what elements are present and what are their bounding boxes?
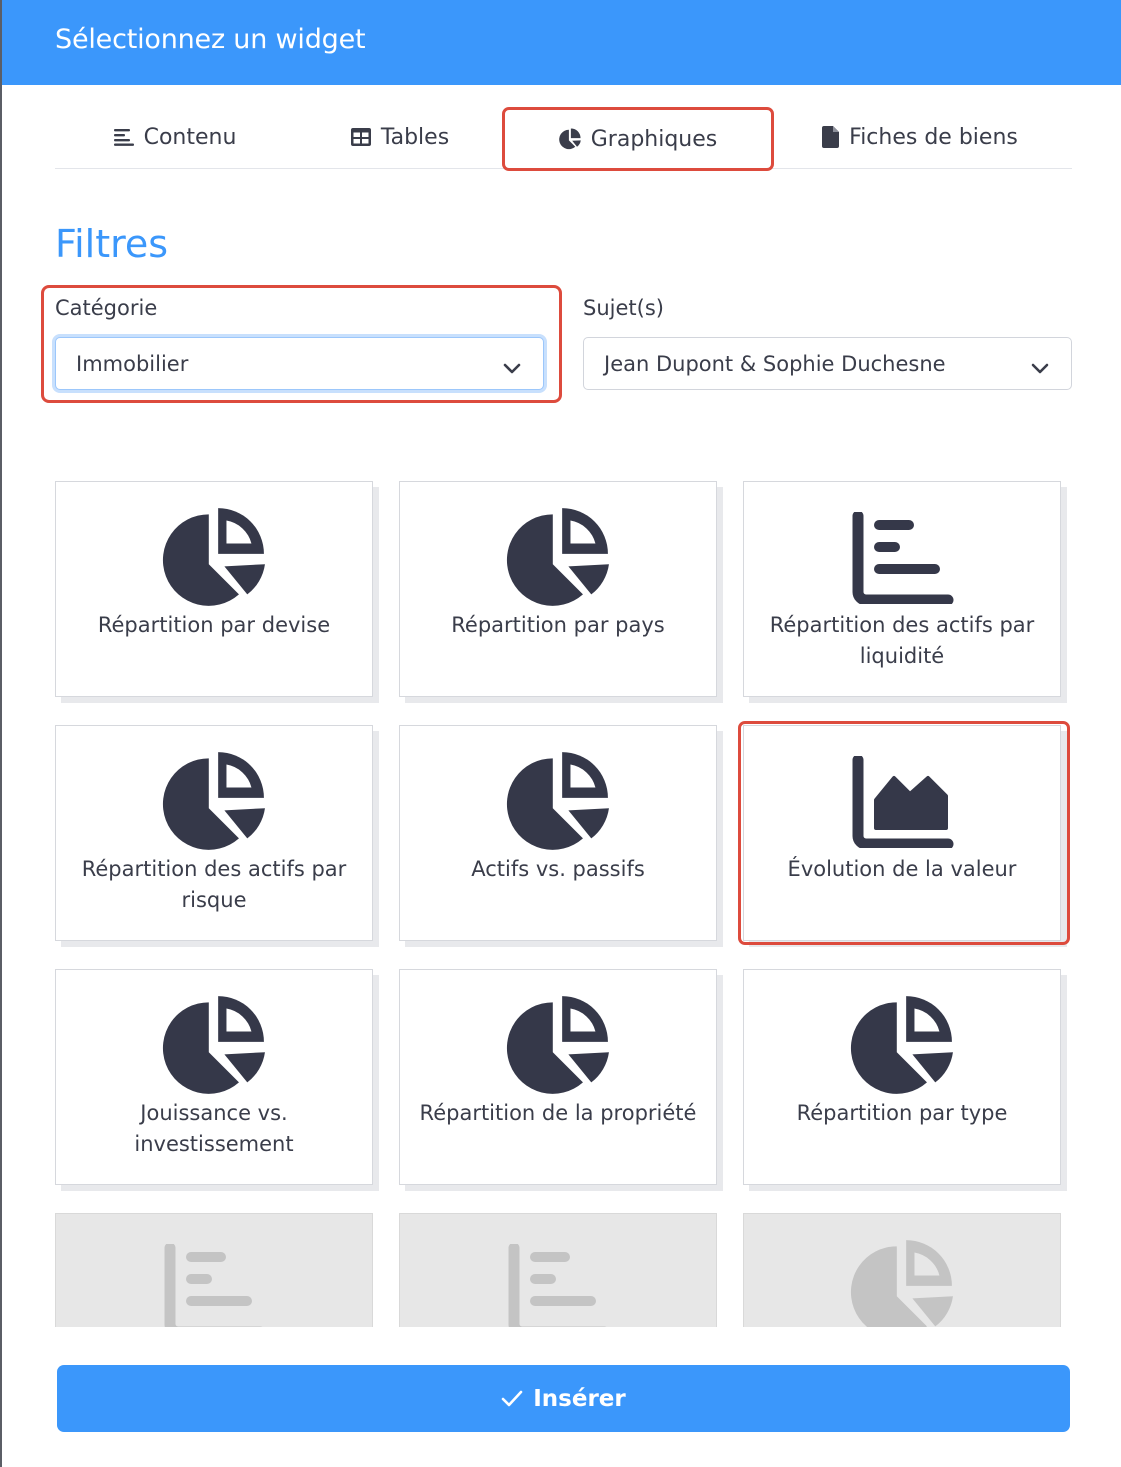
modal-title: Sélectionnez un widget (55, 24, 366, 55)
align-left-icon (113, 128, 134, 146)
area-chart-icon (744, 750, 1060, 854)
insert-button-label: Insérer (533, 1385, 626, 1412)
widget-label: Répartition de la propriété (419, 1101, 697, 1125)
tab-contenu[interactable]: Contenu (95, 105, 255, 169)
sujets-select[interactable]: Jean Dupont & Sophie Duchesne (583, 337, 1072, 390)
pie-chart-icon (558, 128, 581, 150)
widget-card-disabled (399, 1213, 717, 1327)
widget-label: Répartition par devise (97, 613, 331, 637)
sujets-value: Jean Dupont & Sophie Duchesne (604, 351, 946, 376)
pie-chart-icon (56, 994, 372, 1098)
insert-button[interactable]: Insérer (57, 1365, 1070, 1432)
pie-chart-icon (56, 506, 372, 610)
pie-chart-icon (56, 750, 372, 854)
widget-card[interactable]: Répartition des actifs par liquidité (743, 481, 1061, 697)
checkmark-icon (501, 1390, 523, 1408)
widget-label: Évolution de la valeur (787, 857, 1017, 881)
sujets-label: Sujet(s) (583, 296, 664, 320)
tab-fiches-de-biens[interactable]: Fiches de biens (815, 105, 1025, 169)
widget-card[interactable]: Répartition par pays (399, 481, 717, 697)
widget-label: Jouissance vs. investissement (134, 1101, 294, 1156)
widget-label: Répartition des actifs par liquidité (769, 613, 1035, 668)
tab-label: Contenu (143, 124, 237, 150)
modal-header: Sélectionnez un widget (2, 0, 1121, 85)
tab-label: Fiches de biens (849, 124, 1018, 150)
pie-chart-icon (744, 994, 1060, 1098)
widget-label: Répartition par pays (451, 613, 665, 637)
filters-heading: Filtres (55, 222, 169, 266)
pie-chart-icon (400, 506, 716, 610)
table-icon (350, 128, 371, 146)
widget-card[interactable]: Répartition de la propriété (399, 969, 717, 1185)
categorie-highlight (41, 285, 562, 403)
pie-chart-icon (400, 750, 716, 854)
widget-card-selected[interactable]: Évolution de la valeur (743, 725, 1061, 941)
widget-card[interactable]: Jouissance vs. investissement (55, 969, 373, 1185)
widget-grid[interactable]: Répartition par devise Répartition par p… (47, 470, 1082, 1327)
bar-chart-icon (56, 1238, 372, 1327)
widget-selector-modal: Sélectionnez un widget Contenu Tables Gr… (0, 0, 1121, 1467)
tab-tables[interactable]: Tables (335, 105, 465, 169)
bar-chart-icon (400, 1238, 716, 1327)
widget-card[interactable]: Répartition par devise (55, 481, 373, 697)
widget-card-disabled (743, 1213, 1061, 1327)
widget-card[interactable]: Répartition par type (743, 969, 1061, 1185)
file-icon (822, 126, 840, 148)
widget-label: Actifs vs. passifs (471, 857, 645, 881)
widget-type-tabs: Contenu Tables Graphiques Fiches de bien… (55, 105, 1072, 171)
tab-label: Tables (380, 124, 450, 150)
widget-card[interactable]: Répartition des actifs par risque (55, 725, 373, 941)
widget-label: Répartition des actifs par risque (81, 857, 347, 912)
bar-chart-icon (744, 506, 1060, 610)
tab-graphiques[interactable]: Graphiques (502, 107, 774, 171)
widget-card[interactable]: Actifs vs. passifs (399, 725, 717, 941)
widget-card-disabled (55, 1213, 373, 1327)
widget-label: Répartition par type (796, 1101, 1008, 1125)
tab-label: Graphiques (590, 126, 718, 152)
chevron-down-icon (1031, 356, 1049, 380)
pie-chart-icon (744, 1238, 1060, 1327)
pie-chart-icon (400, 994, 716, 1098)
